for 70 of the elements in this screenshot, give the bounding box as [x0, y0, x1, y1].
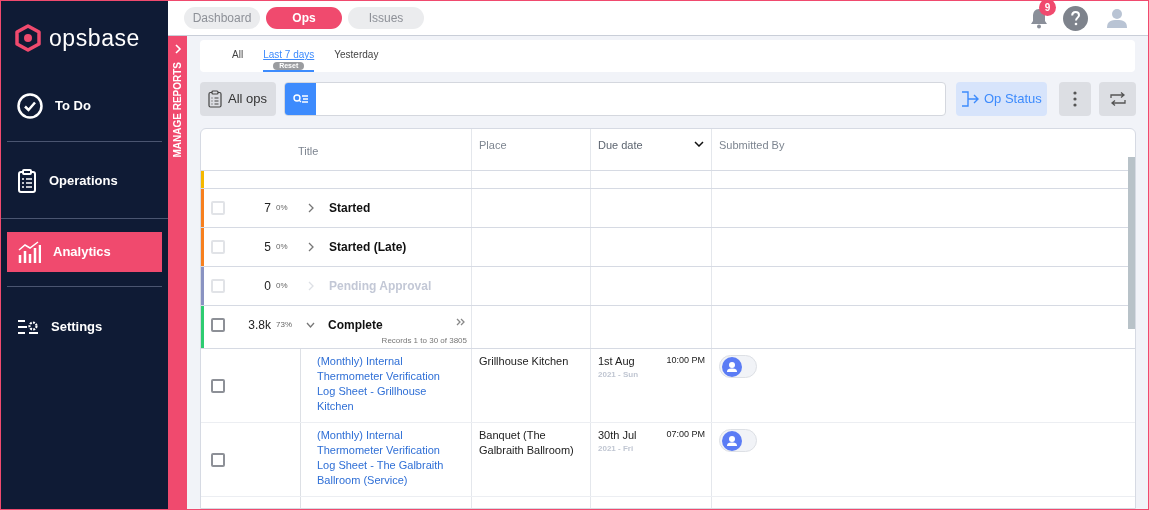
date-filter-tab[interactable]: Yesterday — [334, 49, 379, 61]
group-count: 7 — [263, 200, 271, 217]
branch-arrow-icon — [961, 90, 979, 108]
manage-reports-label: MANAGE REPORTS — [171, 62, 184, 158]
group-percent: 73% — [275, 319, 293, 331]
chevron-right-icon[interactable] — [308, 203, 314, 213]
group-title[interactable]: Complete — [328, 316, 383, 334]
due-date: 30th Jul — [598, 428, 637, 443]
group-percent: 0% — [275, 202, 289, 214]
bar-chart-icon — [17, 239, 41, 264]
group-title[interactable]: Started — [329, 199, 371, 217]
column-header[interactable]: Submitted By — [719, 137, 785, 154]
search-icon — [292, 94, 309, 104]
check-circle-icon — [17, 92, 43, 119]
due-year-day: 2021 - Fri — [598, 443, 637, 455]
brand-name: opsbase — [49, 24, 140, 53]
clipboard-icon — [17, 167, 37, 194]
chevron-down-icon[interactable] — [694, 141, 704, 147]
help-icon[interactable] — [1063, 5, 1088, 31]
scrollbar[interactable] — [1128, 157, 1135, 329]
place-text: Banquet (The Galbraith Ballroom) — [479, 428, 575, 458]
submitter-chip[interactable] — [719, 355, 757, 378]
group-count: 0 — [263, 278, 271, 295]
more-options-button[interactable] — [1059, 82, 1091, 116]
submitter-chip[interactable] — [719, 429, 757, 452]
group-count: 5 — [263, 239, 271, 256]
op-title-link[interactable]: (Monthly) Internal Thermometer Verification Log Sheet - The Galbraith Ballroom (Service) — [301, 423, 471, 496]
group-percent: 0% — [275, 241, 289, 253]
manage-reports-tab[interactable]: MANAGE REPORTS — [168, 36, 187, 509]
user-avatar-icon — [722, 430, 742, 451]
op-title-link[interactable]: (Monthly) Internal Thermometer Verification Log Sheet - Grillhouse Kitchen — [301, 349, 471, 422]
settings-icon — [17, 318, 39, 335]
search-field[interactable] — [284, 82, 946, 116]
group-title[interactable]: Started (Late) — [329, 238, 407, 256]
date-filter-tab[interactable]: All — [232, 49, 244, 61]
hexagon-logo-icon — [15, 24, 41, 53]
column-header[interactable]: Place — [479, 137, 507, 154]
due-time: 10:00 PM — [666, 354, 705, 367]
group-percent: 0% — [275, 280, 289, 292]
column-header[interactable]: Due date — [598, 137, 643, 154]
group-count: 3.8k — [247, 317, 271, 334]
due-time: 07:00 PM — [666, 428, 705, 441]
column-header[interactable]: Title — [298, 143, 319, 160]
all-ops-button[interactable]: All ops — [200, 82, 276, 116]
checkbox[interactable] — [211, 452, 225, 467]
due-date: 1st Aug — [598, 354, 636, 369]
top-tab[interactable]: Dashboard — [184, 7, 260, 29]
nav-item[interactable]: Analytics — [7, 231, 162, 272]
clipboard-icon — [208, 90, 222, 108]
date-filter-tab[interactable]: Last 7 days — [263, 49, 315, 61]
chevron-right-icon — [173, 44, 182, 54]
vertical-dots-icon — [1073, 91, 1077, 107]
swap-arrows-icon — [1109, 92, 1126, 106]
notification-badge: 9 — [1039, 1, 1056, 16]
swap-button[interactable] — [1099, 82, 1136, 116]
top-tab[interactable]: Issues — [348, 7, 424, 29]
user-avatar-icon[interactable] — [1106, 8, 1128, 28]
place-text: Grillhouse Kitchen — [479, 354, 570, 369]
chevron-right-icon[interactable] — [308, 242, 314, 252]
user-avatar-icon — [722, 356, 742, 377]
nav-item[interactable]: To Do — [7, 85, 162, 126]
op-status-button[interactable]: Op Status — [956, 82, 1047, 116]
nav-item[interactable]: Settings — [7, 306, 162, 347]
due-year-day: 2021 - Sun — [598, 369, 638, 381]
records-range: Records 1 to 30 of 3805 — [381, 335, 467, 347]
checkbox[interactable] — [211, 318, 225, 332]
top-tab[interactable]: Ops — [266, 7, 342, 29]
checkbox[interactable] — [211, 378, 225, 393]
nav-item[interactable]: Operations — [7, 160, 162, 201]
double-chevron-right-icon[interactable] — [456, 318, 465, 326]
